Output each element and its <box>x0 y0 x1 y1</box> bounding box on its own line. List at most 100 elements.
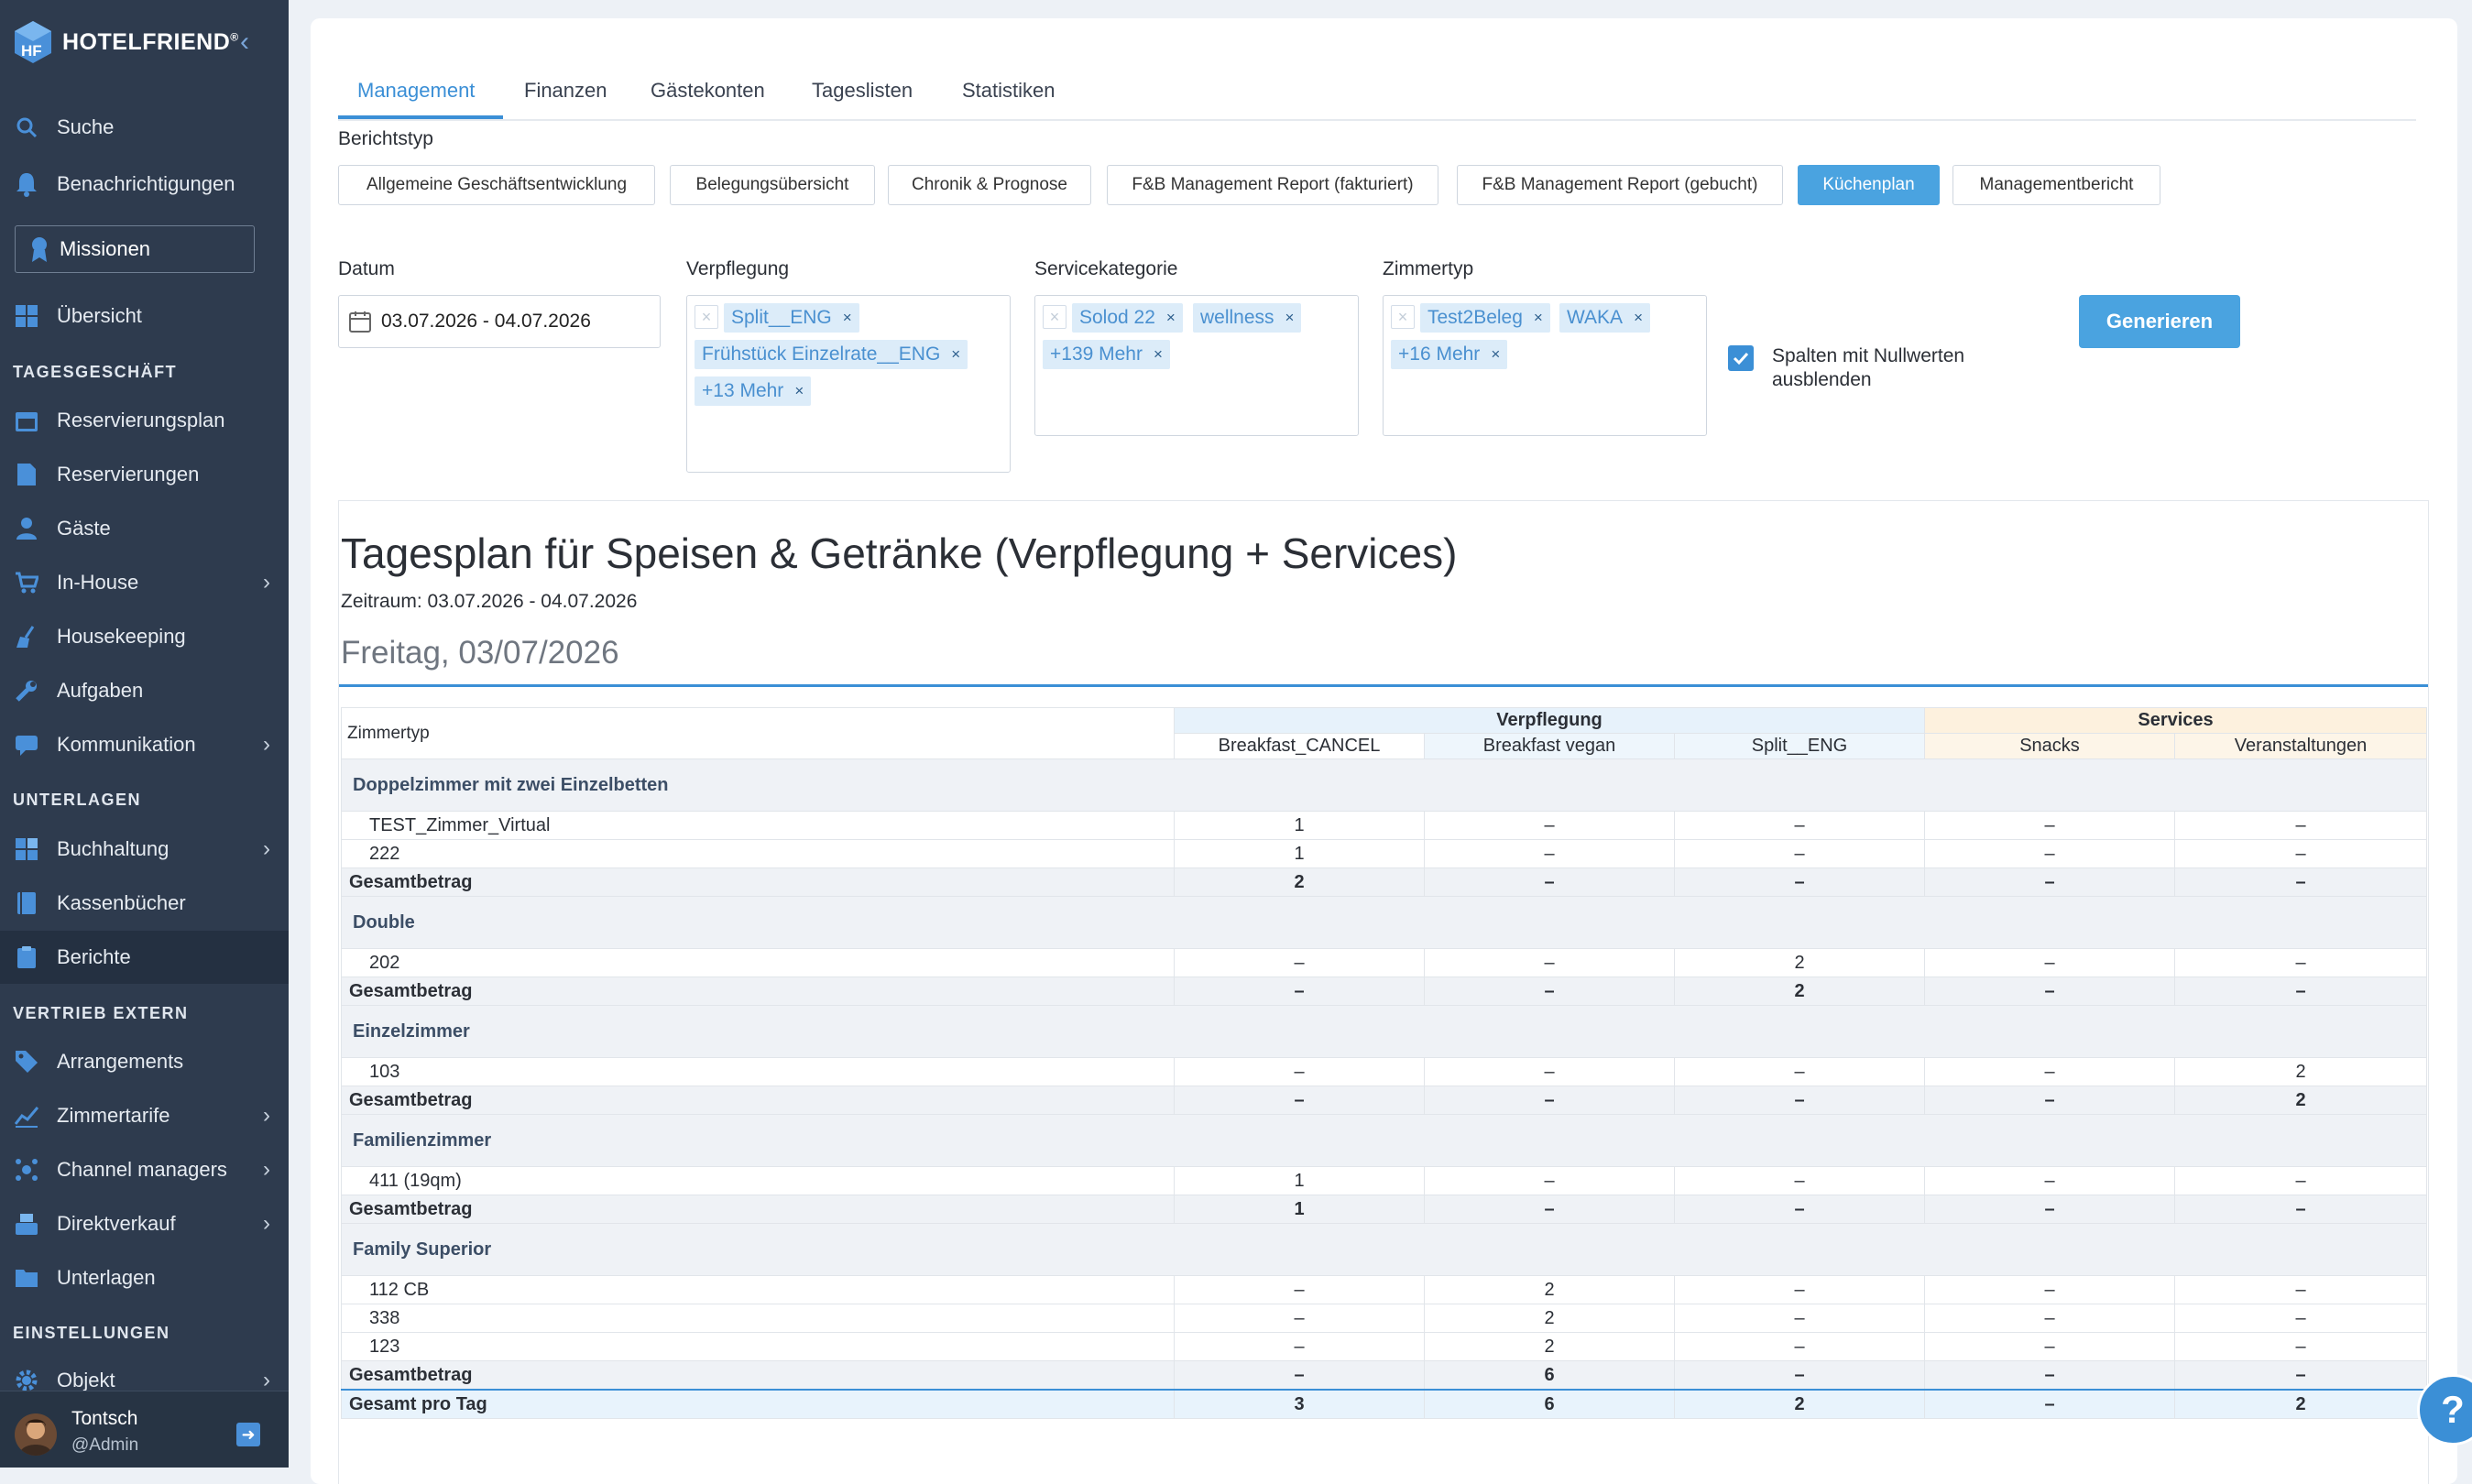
report-type-allgemeine[interactable]: Allgemeine Geschäftsentwicklung <box>338 165 655 205</box>
missions-button[interactable]: Missionen <box>15 225 255 273</box>
zimmertyp-header: Zimmertyp <box>341 707 1175 759</box>
verpflegung-select[interactable]: × Split__ENG × Frühstück Einzelrate__ENG ×… <box>686 295 1011 473</box>
chip-remove-icon[interactable]: × <box>951 345 960 364</box>
sidebar-item-reservierungen[interactable]: Reservierungen <box>0 448 289 501</box>
chip-remove-icon[interactable]: × <box>1154 345 1163 364</box>
sidebar-item-reservierungsplan[interactable]: Reservierungsplan <box>0 394 289 447</box>
report-type-fb-fakturiert[interactable]: F&B Management Report (fakturiert) <box>1107 165 1438 205</box>
sidebar-item-overview[interactable]: Übersicht <box>0 289 289 343</box>
generate-button[interactable]: Generieren <box>2079 295 2240 348</box>
report-type-fb-gebucht[interactable]: F&B Management Report (gebucht) <box>1457 165 1783 205</box>
date-range-input[interactable]: 03.07.2026 - 04.07.2026 <box>338 295 661 348</box>
tab-management[interactable]: Management <box>357 79 475 103</box>
sidebar-item-kassenbuecher[interactable]: Kassenbücher <box>0 877 289 930</box>
column-header: Snacks <box>1924 733 2175 759</box>
chip-verpflegung: Frühstück Einzelrate__ENG × <box>695 340 968 369</box>
sidebar-item-buchhaltung[interactable]: Buchhaltung › <box>0 823 289 876</box>
chip-remove-icon[interactable]: × <box>1166 309 1176 327</box>
table-total-row: Gesamt pro Tag 3 6 2–2 <box>341 1389 2428 1419</box>
report-type-kuechenplan[interactable]: Küchenplan <box>1798 165 1940 205</box>
sidebar-item-housekeeping[interactable]: Housekeeping <box>0 610 289 663</box>
total-cell: – <box>1924 1389 2175 1419</box>
sidebar-item-inhouse[interactable]: In-House › <box>0 556 289 609</box>
zimmertyp-select[interactable]: × Test2Beleg × WAKA × +16 Mehr × <box>1383 295 1707 436</box>
clear-icon[interactable]: × <box>695 305 718 329</box>
chip-more[interactable]: +139 Mehr × <box>1043 340 1170 369</box>
clear-icon[interactable]: × <box>1043 305 1066 329</box>
hotelfriend-logo-icon: HF <box>15 21 51 63</box>
kitchen-plan-table: Zimmertyp Verpflegung Services Breakfast… <box>340 707 2428 1419</box>
sidebar-item-direktverkauf[interactable]: Direktverkauf › <box>0 1197 289 1250</box>
brand-name: HOTELFRIEND® <box>62 28 239 55</box>
chip-remove-icon[interactable]: × <box>1634 309 1643 327</box>
chip-remove-icon[interactable]: × <box>1285 309 1295 327</box>
table-cell: – <box>1174 1304 1425 1333</box>
report-type-chronik[interactable]: Chronik & Prognose <box>888 165 1091 205</box>
collapse-sidebar-icon[interactable]: ‹ <box>240 24 249 60</box>
servicekategorie-select[interactable]: × Solod 22 × wellness × +139 Mehr × <box>1034 295 1359 436</box>
clear-icon[interactable]: × <box>1391 305 1415 329</box>
report-type-managementbericht[interactable]: Managementbericht <box>1952 165 2160 205</box>
sidebar-item-label: Objekt <box>57 1369 115 1391</box>
sidebar-item-label: Aufgaben <box>57 679 144 702</box>
sidebar-item-gaeste[interactable]: Gäste <box>0 502 289 555</box>
chat-icon <box>13 731 40 758</box>
group-header-verpflegung: Verpflegung <box>1174 707 1925 734</box>
chip-remove-icon[interactable]: × <box>1491 345 1500 364</box>
sidebar-item-notifications[interactable]: Benachrichtigungen <box>0 158 289 211</box>
table-cell: – <box>2173 811 2428 840</box>
clipboard-icon <box>13 944 40 971</box>
table-category-row: Einzelzimmer <box>340 1005 2428 1058</box>
brand[interactable]: HF HOTELFRIEND® <box>13 18 239 66</box>
section-title-unterlagen: UNTERLAGEN <box>13 791 141 809</box>
group-header-services: Services <box>1923 707 2428 734</box>
table-sum-row: Gesamtbetrag 1– – – – <box>341 1195 2428 1224</box>
column-header: Veranstaltungen <box>2173 733 2428 759</box>
table-category-row: Double <box>340 896 2428 949</box>
sidebar-item-arrangements[interactable]: Arrangements <box>0 1035 289 1088</box>
table-cell: – <box>1174 1057 1425 1086</box>
room-name: 123 <box>341 1332 1175 1361</box>
total-cell: 2 <box>1674 1389 1925 1419</box>
chip-service: Solod 22 × <box>1072 303 1183 333</box>
chip-remove-icon[interactable]: × <box>1534 309 1543 327</box>
sidebar-item-kommunikation[interactable]: Kommunikation › <box>0 718 289 771</box>
sidebar-item-label: Arrangements <box>57 1050 184 1073</box>
tab-statistiken[interactable]: Statistiken <box>962 79 1056 103</box>
tab-gaestekonten[interactable]: Gästekonten <box>651 79 765 103</box>
sum-cell: – <box>1674 1360 1925 1391</box>
table-category-row: Familienzimmer <box>340 1114 2428 1167</box>
tab-tageslisten[interactable]: Tageslisten <box>812 79 913 103</box>
chip-more[interactable]: +13 Mehr × <box>695 376 812 406</box>
sidebar-item-unterlagen[interactable]: Unterlagen <box>0 1251 289 1304</box>
chip-remove-icon[interactable]: × <box>843 309 852 327</box>
sum-cell: – <box>1924 1195 2175 1224</box>
chip-more[interactable]: +16 Mehr × <box>1391 340 1508 369</box>
avatar[interactable] <box>15 1413 57 1456</box>
sum-cell: – <box>1174 1086 1425 1115</box>
cart-icon <box>13 569 40 596</box>
sidebar-item-channel-managers[interactable]: Channel managers › <box>0 1143 289 1196</box>
chip-remove-icon[interactable]: × <box>794 382 804 400</box>
table-category-row: Family Superior <box>340 1223 2428 1276</box>
sum-cell: – <box>1424 1086 1675 1115</box>
table-row: 202– –2– – <box>341 948 2428 977</box>
sidebar-item-zimmertarife[interactable]: Zimmertarife › <box>0 1089 289 1142</box>
logout-icon[interactable]: ➜ <box>236 1423 260 1446</box>
section-title-tagesgeschaeft: TAGESGESCHÄFT <box>13 363 178 381</box>
active-tab-indicator <box>338 115 503 119</box>
category-name: Einzelzimmer <box>340 1005 2428 1058</box>
table-sum-row: Gesamtbetrag – –2– – <box>341 977 2428 1006</box>
table-row: TEST_Zimmer_Virtual 1– – – – <box>341 811 2428 840</box>
hide-zero-columns-checkbox[interactable] <box>1728 345 1754 371</box>
tab-finanzen[interactable]: Finanzen <box>524 79 607 103</box>
day-divider <box>339 684 2428 687</box>
sum-cell: – <box>2173 1360 2428 1391</box>
sum-cell: 6 <box>1424 1360 1675 1391</box>
sidebar-item-aufgaben[interactable]: Aufgaben <box>0 664 289 717</box>
report-type-belegung[interactable]: Belegungsübersicht <box>670 165 875 205</box>
bell-icon <box>13 170 40 198</box>
sidebar-item-search[interactable]: Suche <box>0 101 289 154</box>
sidebar-item-berichte[interactable]: Berichte <box>0 931 289 984</box>
table-cell: 2 <box>2173 1057 2428 1086</box>
